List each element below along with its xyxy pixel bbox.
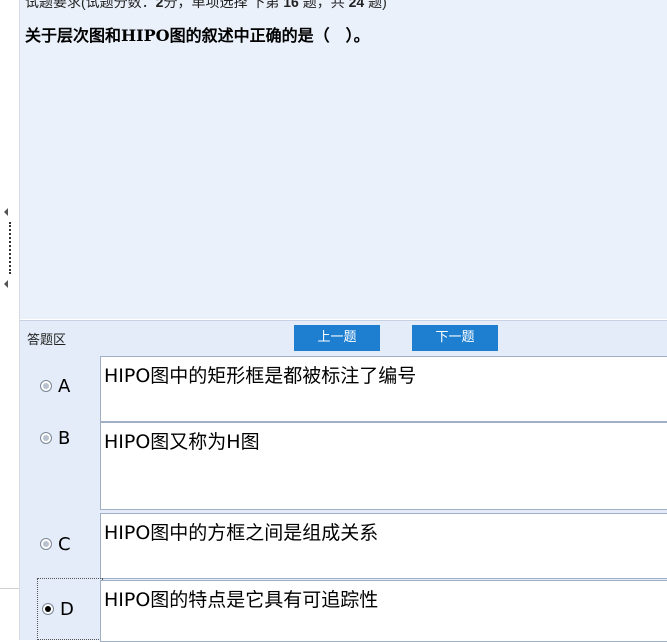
option-a-radio[interactable]: A [36,366,102,406]
radio-icon[interactable] [40,538,52,550]
option-letter: C [58,533,71,555]
option-d-radio[interactable]: D [37,578,103,640]
option-b-text[interactable]: HIPO图又称为H图 [100,422,667,510]
option-a-text[interactable]: HIPO图中的矩形框是都被标注了编号 [100,356,667,422]
collapse-left-icon-lower[interactable] [4,280,8,288]
option-b-radio[interactable]: B [36,418,102,458]
options-list: A HIPO图中的矩形框是都被标注了编号 B HIPO图又称为H图 C HIPO… [20,352,667,642]
answer-area-label: 答题区 [27,333,67,348]
question-pane: 试题要求(试题分数：2分，单项选择 下第 16 题，共 24 题) 关于层次图和… [20,0,667,319]
prev-question-button[interactable]: 上一题 [294,325,380,351]
question-total: 24 [348,0,365,10]
answer-area-bar: 答题区 上一题 下一题 [20,320,667,353]
question-text: 关于层次图和HIPO图的叙述中正确的是（ ）。 [25,26,370,45]
rail-divider [0,588,19,589]
header-mid: 分，单项选择 下第 [163,0,284,10]
radio-icon[interactable] [40,380,52,392]
option-letter: B [58,427,71,449]
left-rail [0,0,20,640]
header-suffix: 题) [364,0,387,10]
collapse-left-icon[interactable] [4,208,8,216]
header-prefix: 试题要求(试题分数： [25,0,156,10]
next-question-button[interactable]: 下一题 [412,325,498,351]
option-letter: D [60,598,74,620]
radio-icon[interactable] [40,432,52,444]
question-header: 试题要求(试题分数：2分，单项选择 下第 16 题，共 24 题) [25,0,387,12]
option-c-radio[interactable]: C [36,524,102,564]
option-d-text[interactable]: HIPO图的特点是它具有可追踪性 [100,580,667,642]
radio-selected-icon[interactable] [42,603,54,615]
option-c-text[interactable]: HIPO图中的方框之间是组成关系 [100,513,667,579]
option-letter: A [58,375,71,397]
question-number: 16 [283,0,299,10]
splitter-grip[interactable] [9,222,11,274]
header-mid2: 题，共 [298,0,349,10]
